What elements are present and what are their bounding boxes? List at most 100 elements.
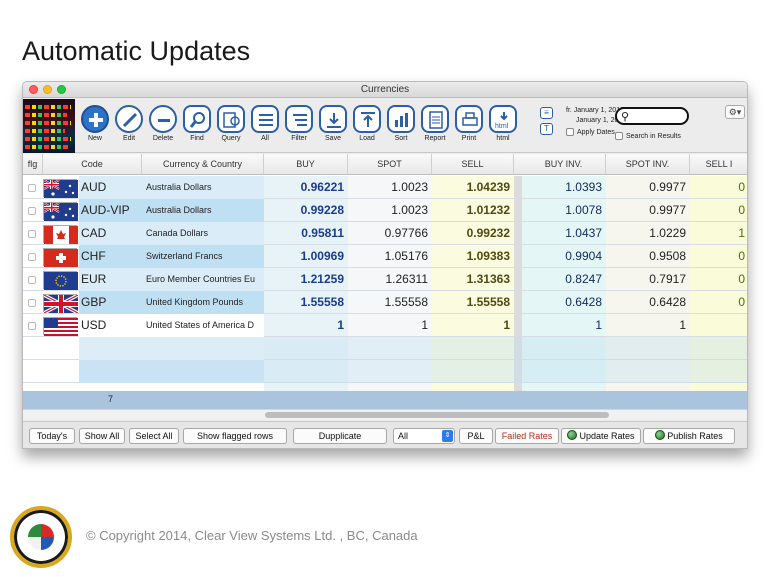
spot-rate[interactable]: 1.0023 (348, 199, 432, 222)
buy-inverse-rate[interactable]: 1.0393 (522, 176, 606, 199)
sell-inverse-rate[interactable]: 0 (690, 199, 747, 222)
sell-inverse-rate[interactable]: 0 (690, 268, 747, 291)
all-button[interactable]: All (249, 105, 281, 142)
buy-rate[interactable]: 1 (264, 314, 348, 337)
currency-name[interactable]: Australia Dollars (142, 176, 264, 199)
sell-rate[interactable]: 0.99232 (432, 222, 514, 245)
currency-name[interactable]: United Kingdom Pounds (142, 291, 264, 314)
sell-inverse-rate[interactable]: 0 (690, 176, 747, 199)
buy-rate[interactable]: 1.00969 (264, 245, 348, 268)
buy-inverse-rate[interactable]: 0.6428 (522, 291, 606, 314)
spot-rate[interactable]: 1.26311 (348, 268, 432, 291)
publish-rates-button[interactable]: Publish Rates (643, 428, 735, 444)
column-header[interactable]: SELL I (690, 154, 747, 175)
text-icon[interactable]: T (540, 123, 553, 135)
flag-checkbox[interactable] (28, 299, 36, 307)
currency-name[interactable]: Euro Member Countries Eu (142, 268, 264, 291)
horizontal-scrollbar[interactable] (23, 409, 747, 420)
column-header[interactable]: SPOT INV. (606, 154, 690, 175)
edit-button[interactable]: Edit (113, 105, 145, 142)
buy-rate[interactable]: 0.99228 (264, 199, 348, 222)
currency-code[interactable]: CHF (79, 245, 142, 268)
spot-inverse-rate[interactable]: 0.9977 (606, 199, 690, 222)
flag-checkbox[interactable] (28, 207, 36, 215)
failed-rates-button[interactable]: Failed Rates (495, 428, 559, 444)
buy-rate[interactable]: 0.95811 (264, 222, 348, 245)
sell-rate[interactable]: 1.01232 (432, 199, 514, 222)
search-input[interactable]: ⚲ (615, 107, 689, 125)
update-rates-button[interactable]: Update Rates (561, 428, 641, 444)
sell-rate[interactable]: 1 (432, 314, 514, 337)
todays-button[interactable]: Today's (29, 428, 75, 444)
spot-rate[interactable]: 1 (348, 314, 432, 337)
column-header[interactable]: Code (43, 154, 142, 175)
spot-inverse-rate[interactable]: 0.9508 (606, 245, 690, 268)
sell-inverse-rate[interactable] (690, 314, 747, 337)
gear-icon[interactable]: ⚙▾ (725, 105, 745, 119)
filter-select[interactable]: All ⇕ (393, 428, 455, 444)
column-header[interactable]: SELL (432, 154, 514, 175)
find-button[interactable]: Find (181, 105, 213, 142)
zoom-window-button[interactable] (57, 85, 66, 94)
table-row[interactable]: EUR Euro Member Countries Eu 1.21259 1.2631… (23, 268, 747, 291)
spot-inverse-rate[interactable]: 0.7917 (606, 268, 690, 291)
sell-inverse-rate[interactable]: 1 (690, 222, 747, 245)
buy-inverse-rate[interactable]: 1 (522, 314, 606, 337)
currency-code[interactable]: AUD (79, 176, 142, 199)
sort-button[interactable]: Sort (385, 105, 417, 142)
spot-rate[interactable]: 1.05176 (348, 245, 432, 268)
flag-checkbox[interactable] (28, 184, 36, 192)
sell-rate[interactable]: 1.31363 (432, 268, 514, 291)
sell-rate[interactable]: 1.55558 (432, 291, 514, 314)
buy-rate[interactable]: 0.96221 (264, 176, 348, 199)
currency-code[interactable]: GBP (79, 291, 142, 314)
search-in-results-checkbox[interactable]: Search in Results (615, 132, 681, 140)
column-header[interactable]: BUY (264, 154, 348, 175)
column-header[interactable]: SPOT (348, 154, 432, 175)
currency-name[interactable]: United States of America D (142, 314, 264, 337)
html-button[interactable]: html html (487, 105, 519, 142)
show-flagged-rows-button[interactable]: Show flagged rows (183, 428, 287, 444)
report-button[interactable]: Report (419, 105, 451, 142)
table-row[interactable]: USD United States of America D11111 (23, 314, 747, 337)
currency-name[interactable]: Canada Dollars (142, 222, 264, 245)
buy-rate[interactable]: 1.55558 (264, 291, 348, 314)
load-button[interactable]: Load (351, 105, 383, 142)
column-header[interactable]: Currency & Country (142, 154, 264, 175)
pnl-button[interactable]: P&L (459, 428, 493, 444)
save-button[interactable]: Save (317, 105, 349, 142)
buy-inverse-rate[interactable]: 0.8247 (522, 268, 606, 291)
scrollbar-thumb[interactable] (265, 412, 609, 418)
flag-checkbox[interactable] (28, 230, 36, 238)
table-row[interactable]: GBP United Kingdom Pounds 1.55558 1.55558 1.… (23, 291, 747, 315)
filter-button[interactable]: Filter (283, 105, 315, 142)
flag-checkbox[interactable] (28, 322, 36, 330)
calendar-icon[interactable]: ≡ (540, 107, 553, 119)
duplicate-button[interactable]: Dupplicate (293, 428, 387, 444)
column-header[interactable]: flg (23, 154, 43, 175)
table-row[interactable]: CHF Switzerland Francs 1.00969 1.05176 1.093… (23, 245, 747, 268)
apply-dates-checkbox[interactable]: Apply Dates (566, 128, 615, 136)
currency-code[interactable]: EUR (79, 268, 142, 291)
sell-inverse-rate[interactable]: 0 (690, 291, 747, 314)
table-row[interactable]: AUD Australia Dollars 0.96221 1.0023 1.04239… (23, 176, 747, 199)
currency-code[interactable]: CAD (79, 222, 142, 245)
currency-name[interactable]: Switzerland Francs (142, 245, 264, 268)
close-window-button[interactable] (29, 85, 38, 94)
spot-inverse-rate[interactable]: 0.6428 (606, 291, 690, 314)
spot-rate[interactable]: 0.97766 (348, 222, 432, 245)
sell-rate[interactable]: 1.09383 (432, 245, 514, 268)
buy-inverse-rate[interactable]: 1.0437 (522, 222, 606, 245)
buy-inverse-rate[interactable]: 0.9904 (522, 245, 606, 268)
flag-checkbox[interactable] (28, 253, 36, 261)
buy-rate[interactable]: 1.21259 (264, 268, 348, 291)
flag-checkbox[interactable] (28, 276, 36, 284)
currency-code[interactable]: AUD-VIP (79, 199, 142, 222)
minimize-window-button[interactable] (43, 85, 52, 94)
spot-rate[interactable]: 1.0023 (348, 176, 432, 199)
spot-inverse-rate[interactable]: 0.9977 (606, 176, 690, 199)
buy-inverse-rate[interactable]: 1.0078 (522, 199, 606, 222)
spot-inverse-rate[interactable]: 1 (606, 314, 690, 337)
new-button[interactable]: New (79, 105, 111, 142)
table-row[interactable]: AUD-VIP Australia Dollars 0.99228 1.0023 1.0… (23, 199, 747, 222)
